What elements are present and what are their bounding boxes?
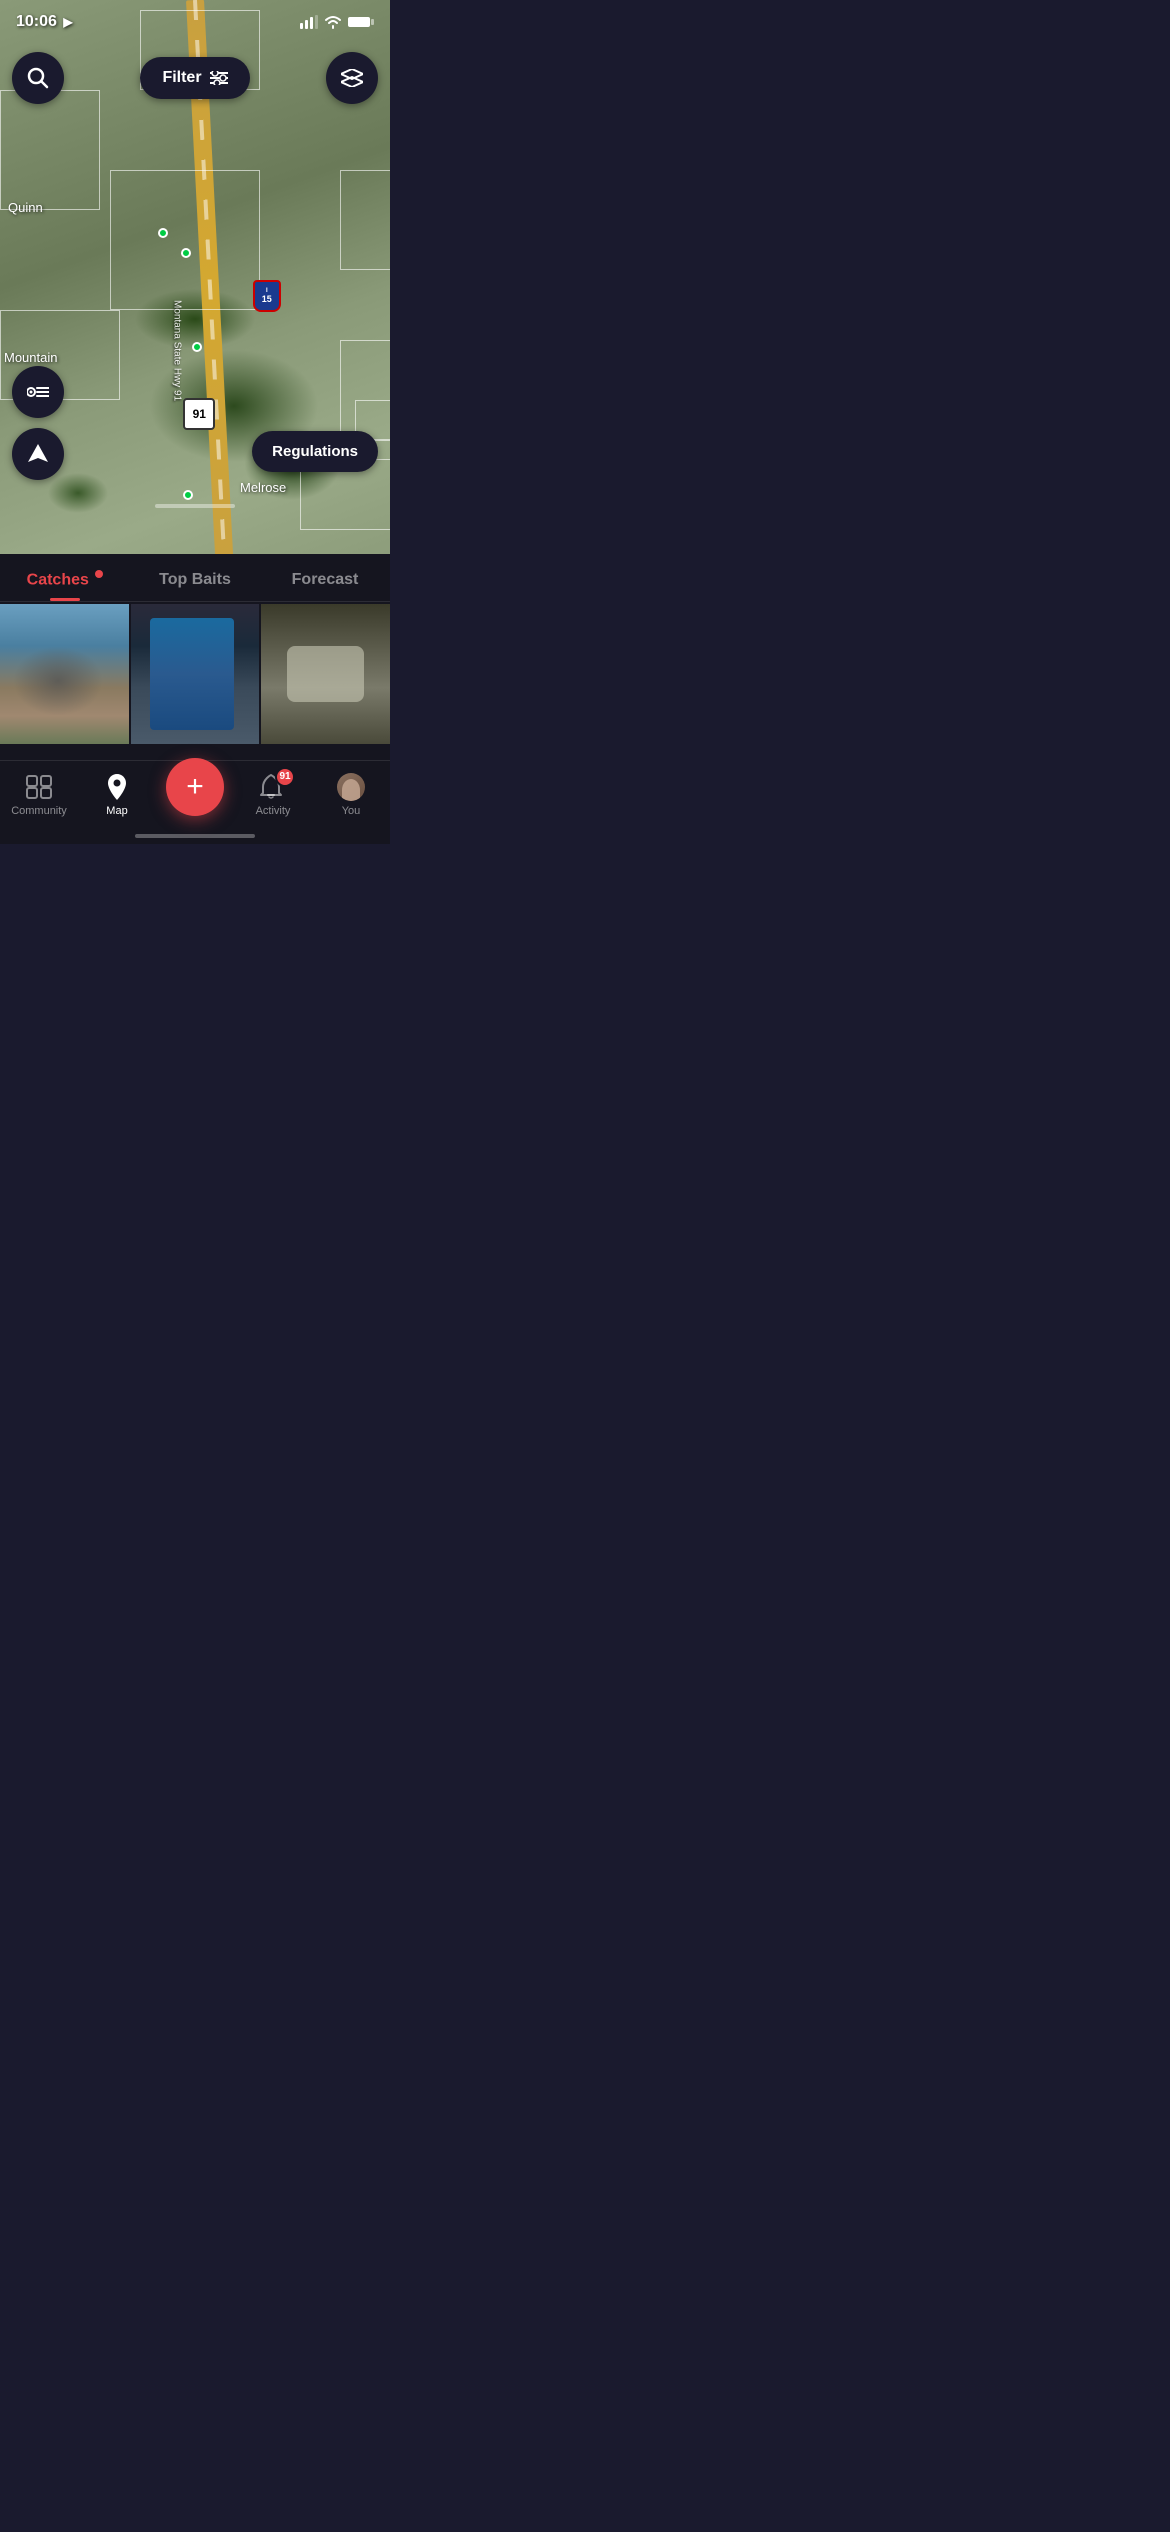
tab-catches[interactable]: Catches [0, 570, 130, 601]
layers-icon [341, 69, 363, 87]
catch-image-2[interactable] [131, 604, 260, 744]
tabs-row: Catches Top Baits Forecast [0, 554, 390, 602]
list-view-button[interactable] [12, 366, 64, 418]
nav-item-you[interactable]: You [312, 773, 390, 817]
home-indicator [135, 834, 255, 838]
activity-label: Activity [256, 805, 291, 817]
nav-item-activity[interactable]: 91 Activity [234, 773, 312, 817]
nav-item-add[interactable]: + [156, 774, 234, 816]
map-label-quinn: Quinn [8, 200, 43, 215]
drag-handle[interactable] [155, 504, 235, 508]
location-marker-3 [192, 342, 202, 352]
avatar [337, 773, 365, 801]
navigation-icon [28, 444, 48, 464]
location-button[interactable] [12, 428, 64, 480]
filter-icon [210, 71, 228, 85]
content-images-row [0, 604, 390, 744]
interstate-shield: I 15 [253, 280, 281, 312]
catch-image-3[interactable] [261, 604, 390, 744]
map-label: Map [106, 805, 127, 817]
location-marker-1 [158, 228, 168, 238]
filter-label: Filter [162, 69, 201, 87]
catches-badge [95, 570, 103, 578]
you-icon [337, 773, 365, 801]
wifi-icon [324, 15, 342, 29]
map-icon [103, 773, 131, 801]
filter-button[interactable]: Filter [140, 57, 249, 99]
add-icon: + [186, 772, 204, 802]
boundary-box-4 [340, 170, 390, 270]
layers-button[interactable] [326, 52, 378, 104]
boundary-box-2 [0, 90, 100, 210]
signal-icon [300, 15, 318, 29]
map-left-controls [12, 366, 64, 480]
location-marker-2 [181, 248, 191, 258]
map-area[interactable]: I 15 91 Quinn Mountain Melrose Montana S… [0, 0, 390, 580]
battery-icon [348, 15, 374, 29]
location-arrow-icon: ▶ [63, 15, 72, 29]
map-top-controls: Filter [0, 52, 390, 104]
location-marker-4 [183, 490, 193, 500]
map-label-melrose: Melrose [240, 480, 286, 495]
regulations-button[interactable]: Regulations [252, 431, 378, 472]
map-label-highway: Montana State Hwy 91 [172, 300, 183, 401]
status-icons [300, 15, 374, 29]
you-label: You [342, 805, 361, 817]
highway-shield-91: 91 [183, 398, 215, 430]
status-bar: 10:06 ▶ [0, 0, 390, 44]
map-label-mountain: Mountain [4, 350, 57, 365]
avatar-silhouette [342, 779, 360, 801]
catch-image-1[interactable] [0, 604, 129, 744]
tab-top-baits[interactable]: Top Baits [130, 571, 260, 601]
community-icon [25, 773, 53, 801]
boundary-box-3 [110, 170, 260, 310]
activity-badge: 91 [275, 767, 295, 787]
nav-bar: Community Map + 91 Activity [0, 760, 390, 844]
list-location-icon [27, 382, 49, 402]
community-label: Community [11, 805, 67, 817]
status-time: 10:06 ▶ [16, 13, 73, 31]
tab-forecast[interactable]: Forecast [260, 571, 390, 601]
add-button[interactable]: + [166, 758, 224, 816]
activity-icon-wrapper: 91 [259, 773, 287, 801]
search-button[interactable] [12, 52, 64, 104]
nav-item-community[interactable]: Community [0, 773, 78, 817]
nav-item-map[interactable]: Map [78, 773, 156, 817]
